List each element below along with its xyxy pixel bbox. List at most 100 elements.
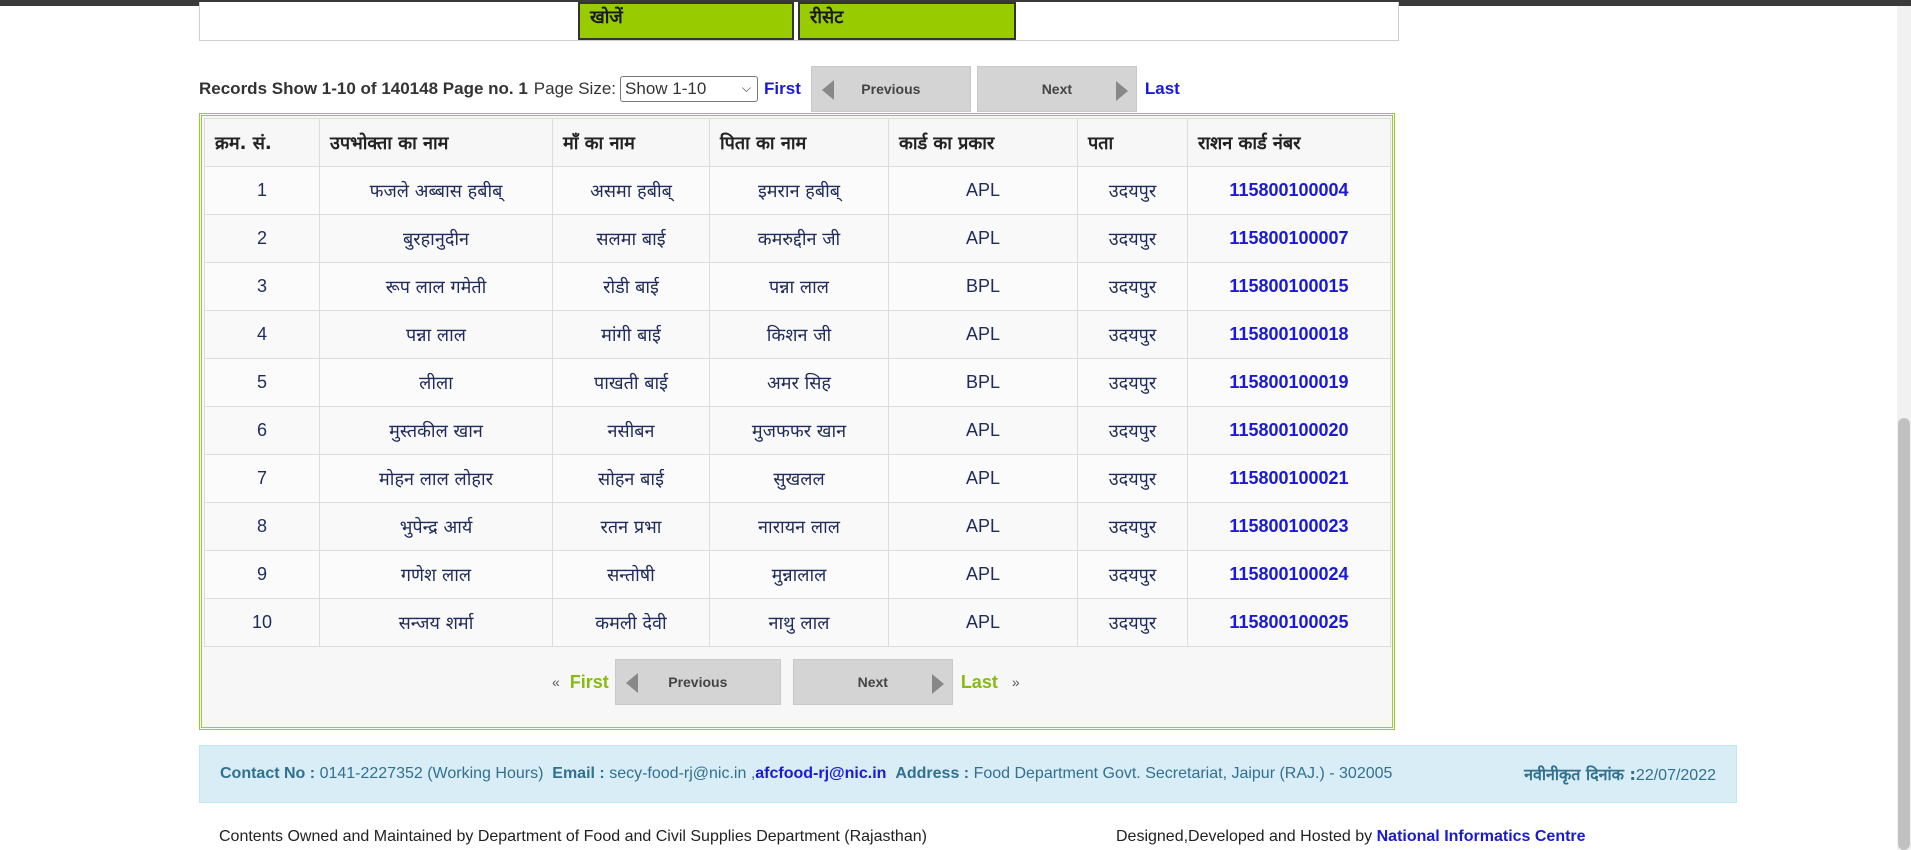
table-row: 10 सन्जय शर्मा कमली देवी नाथु लाल APL उदयपुर 1… bbox=[204, 598, 1391, 647]
cell-ration-card-number[interactable]: 115800100015 bbox=[1187, 262, 1391, 311]
cell-address: उदयपुर bbox=[1077, 502, 1188, 551]
email-value-2[interactable]: afcfood-rj@nic.in bbox=[755, 765, 886, 783]
cell-address: उदयपुर bbox=[1077, 166, 1188, 215]
designed-text: Designed,Developed and Hosted by bbox=[1116, 828, 1373, 845]
first-link[interactable]: First bbox=[764, 79, 801, 99]
records-summary: Records Show 1-10 of 140148 Page no. 1 bbox=[199, 79, 528, 98]
last-link[interactable]: Last bbox=[1145, 79, 1180, 99]
cell-mother-name: रोडी बाई bbox=[552, 262, 710, 311]
cell-consumer-name: मुस्तकील खान bbox=[319, 406, 553, 455]
table-row: 4 पन्ना लाल मांगी बाई किशन जी APL उदयपुर 11580… bbox=[204, 310, 1391, 359]
previous-button-bottom[interactable]: Previous bbox=[614, 659, 781, 705]
cell-ration-card-number[interactable]: 115800100007 bbox=[1187, 214, 1391, 263]
table-row: 9 गणेश लाल सन्तोषी मुन्नालाल APL उदयपुर 115800… bbox=[204, 550, 1391, 599]
table-row: 6 मुस्तकील खान नसीबन मुजफफर खान APL उदयपुर 115… bbox=[204, 406, 1391, 455]
cell-consumer-name: सन्जय शर्मा bbox=[319, 598, 553, 647]
previous-label-bottom: Previous bbox=[668, 674, 728, 690]
cell-ration-card-number[interactable]: 115800100019 bbox=[1187, 358, 1391, 407]
scrollbar-thumb[interactable] bbox=[1898, 418, 1910, 850]
col-father-name: पिता का नाम bbox=[709, 118, 889, 167]
contact-label: Contact No : bbox=[220, 765, 316, 782]
col-address: पता bbox=[1077, 118, 1188, 167]
ration-card-table-panel: क्रम. सं. उपभोक्ता का नाम माँ का नाम पित… bbox=[199, 113, 1395, 730]
cell-father-name: नारायन लाल bbox=[709, 502, 889, 551]
cell-serial: 8 bbox=[204, 502, 320, 551]
email-value[interactable]: secy-food-rj@nic.in , bbox=[609, 765, 755, 783]
previous-label: Previous bbox=[861, 81, 921, 97]
pager-top: Records Show 1-10 of 140148 Page no. 1 P… bbox=[199, 66, 1180, 112]
designed-by: Designed,Developed and Hosted by Nationa… bbox=[1116, 828, 1586, 846]
cell-address: उदयपुर bbox=[1077, 550, 1188, 599]
cell-card-type: BPL bbox=[888, 358, 1078, 407]
cell-card-type: APL bbox=[888, 406, 1078, 455]
cell-card-type: APL bbox=[888, 214, 1078, 263]
cell-consumer-name: लीला bbox=[319, 358, 553, 407]
arrow-right-icon bbox=[931, 674, 944, 694]
cell-father-name: नाथु लाल bbox=[709, 598, 889, 647]
cell-address: उदयपुर bbox=[1077, 358, 1188, 407]
cell-ration-card-number[interactable]: 115800100020 bbox=[1187, 406, 1391, 455]
cell-serial: 6 bbox=[204, 406, 320, 455]
cell-ration-card-number[interactable]: 115800100021 bbox=[1187, 454, 1391, 503]
cell-serial: 3 bbox=[204, 262, 320, 311]
cell-father-name: पन्ना लाल bbox=[709, 262, 889, 311]
cell-ration-card-number[interactable]: 115800100018 bbox=[1187, 310, 1391, 359]
table-row: 2 बुरहानुदीन सलमा बाई कमरुद्दीन जी APL उदयपुर… bbox=[204, 214, 1391, 263]
updated-label: नवीनीकृत दिनांक : bbox=[1524, 765, 1636, 784]
ration-card-table: क्रम. सं. उपभोक्ता का नाम माँ का नाम पित… bbox=[204, 118, 1391, 647]
reset-button[interactable]: रीसेट bbox=[798, 2, 1016, 40]
search-button[interactable]: खोजें bbox=[578, 2, 794, 40]
contact-value: 0141-2227352 (Working Hours) bbox=[319, 765, 544, 782]
next-label: Next bbox=[1041, 81, 1073, 97]
cell-serial: 7 bbox=[204, 454, 320, 503]
cell-mother-name: सन्तोषी bbox=[552, 550, 710, 599]
cell-ration-card-number[interactable]: 115800100023 bbox=[1187, 502, 1391, 551]
table-row: 7 मोहन लाल लोहार सोहन बाई सुखलल APL उदयपुर 115… bbox=[204, 454, 1391, 503]
cell-father-name: कमरुद्दीन जी bbox=[709, 214, 889, 263]
cell-consumer-name: भुपेन्द्र आर्य bbox=[319, 502, 553, 551]
next-button[interactable]: Next bbox=[976, 66, 1137, 112]
table-row: 3 रूप लाल गमेती रोडी बाई पन्ना लाल BPL उदयपुर… bbox=[204, 262, 1391, 311]
table-row: 8 भुपेन्द्र आर्य रतन प्रभा नारायन लाल APL उदय… bbox=[204, 502, 1391, 551]
cell-mother-name: रतन प्रभा bbox=[552, 502, 710, 551]
first-link-bottom[interactable]: First bbox=[570, 672, 609, 693]
last-link-bottom[interactable]: Last bbox=[961, 672, 998, 693]
arrow-left-icon bbox=[821, 80, 834, 100]
cell-address: उदयपुर bbox=[1077, 214, 1188, 263]
cell-ration-card-number[interactable]: 115800100025 bbox=[1187, 598, 1391, 647]
cell-serial: 5 bbox=[204, 358, 320, 407]
arrow-left-icon bbox=[625, 673, 638, 693]
cell-ration-card-number[interactable]: 115800100024 bbox=[1187, 550, 1391, 599]
next-button-bottom[interactable]: Next bbox=[792, 659, 953, 705]
cell-ration-card-number[interactable]: 115800100004 bbox=[1187, 166, 1391, 215]
cell-father-name: सुखलल bbox=[709, 454, 889, 503]
cell-card-type: APL bbox=[888, 598, 1078, 647]
next-label-bottom: Next bbox=[857, 674, 888, 690]
email-label: Email : bbox=[552, 765, 605, 782]
table-header-row: क्रम. सं. उपभोक्ता का नाम माँ का नाम पित… bbox=[204, 118, 1391, 167]
cell-card-type: APL bbox=[888, 502, 1078, 551]
cell-father-name: मुजफफर खान bbox=[709, 406, 889, 455]
col-card-type: कार्ड का प्रकार bbox=[888, 118, 1078, 167]
cell-mother-name: नसीबन bbox=[552, 406, 710, 455]
arrow-right-icon bbox=[1115, 81, 1128, 101]
cell-consumer-name: फजले अब्बास हबीब् bbox=[319, 166, 553, 215]
cell-address: उदयपुर bbox=[1077, 598, 1188, 647]
col-consumer-name: उपभोक्ता का नाम bbox=[319, 118, 553, 167]
address-value: Food Department Govt. Secretariat, Jaipu… bbox=[973, 765, 1393, 782]
previous-button[interactable]: Previous bbox=[810, 66, 971, 112]
cell-address: उदयपुर bbox=[1077, 262, 1188, 311]
cell-consumer-name: रूप लाल गमेती bbox=[319, 262, 553, 311]
cell-father-name: मुन्नालाल bbox=[709, 550, 889, 599]
cell-mother-name: असमा हबीब् bbox=[552, 166, 710, 215]
cell-father-name: इमरान हबीब् bbox=[709, 166, 889, 215]
nic-link[interactable]: National Informatics Centre bbox=[1377, 828, 1586, 845]
contact-footer: Contact No : 0141-2227352 (Working Hours… bbox=[199, 745, 1737, 803]
cell-mother-name: सोहन बाई bbox=[552, 454, 710, 503]
cell-card-type: BPL bbox=[888, 262, 1078, 311]
address-label: Address : bbox=[895, 765, 970, 782]
cell-address: उदयपुर bbox=[1077, 454, 1188, 503]
page-size-select[interactable]: Show 1-10 ⌵ bbox=[620, 76, 759, 102]
col-serial: क्रम. सं. bbox=[204, 118, 320, 167]
cell-consumer-name: गणेश लाल bbox=[319, 550, 553, 599]
